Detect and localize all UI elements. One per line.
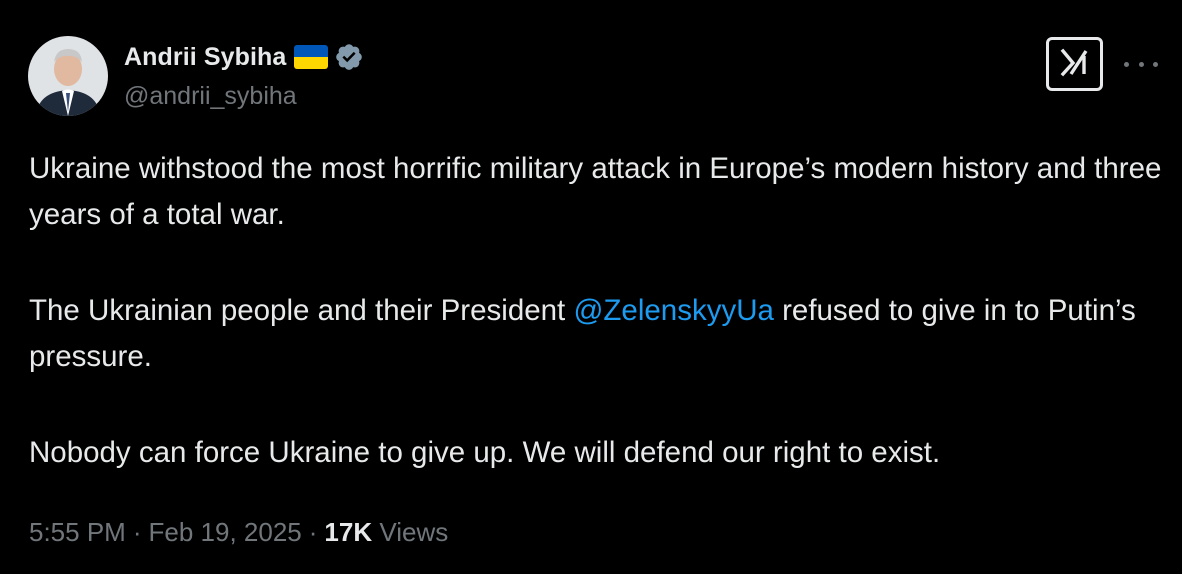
author-name-row: Andrii Sybiha bbox=[124, 41, 364, 73]
display-name[interactable]: Andrii Sybiha bbox=[124, 41, 286, 73]
avatar[interactable] bbox=[28, 36, 108, 116]
more-options-button[interactable] bbox=[1124, 52, 1158, 76]
mention-link[interactable]: @ZelenskyyUa bbox=[573, 294, 773, 327]
more-icon bbox=[1124, 61, 1129, 67]
author-handle[interactable]: @andrii_sybiha bbox=[124, 80, 297, 112]
ukraine-flag-icon bbox=[294, 45, 329, 69]
grok-button[interactable] bbox=[1046, 37, 1103, 91]
tweet-meta: 5:55 PM · Feb 19, 2025 · 17K Views bbox=[29, 517, 449, 547]
tweet-paragraph: The Ukrainian people and their President… bbox=[29, 294, 1136, 373]
grok-icon bbox=[1058, 46, 1092, 83]
tweet-time: 5:55 PM bbox=[29, 517, 126, 547]
views-label: Views bbox=[379, 517, 449, 547]
tweet-paragraph: Nobody can force Ukraine to give up. We … bbox=[29, 436, 941, 469]
tweet-text: Ukraine withstood the most horrific mili… bbox=[29, 146, 1169, 476]
verified-badge-icon[interactable] bbox=[334, 42, 364, 72]
tweet: Andrii Sybiha @andrii_sybiha Ukraine wit bbox=[0, 0, 1182, 574]
tweet-date: Feb 19, 2025 bbox=[148, 517, 302, 547]
timestamp-link[interactable]: 5:55 PM · Feb 19, 2025 bbox=[29, 517, 302, 547]
tweet-paragraph: Ukraine withstood the most horrific mili… bbox=[29, 152, 1162, 231]
views-count: 17K bbox=[324, 517, 373, 547]
